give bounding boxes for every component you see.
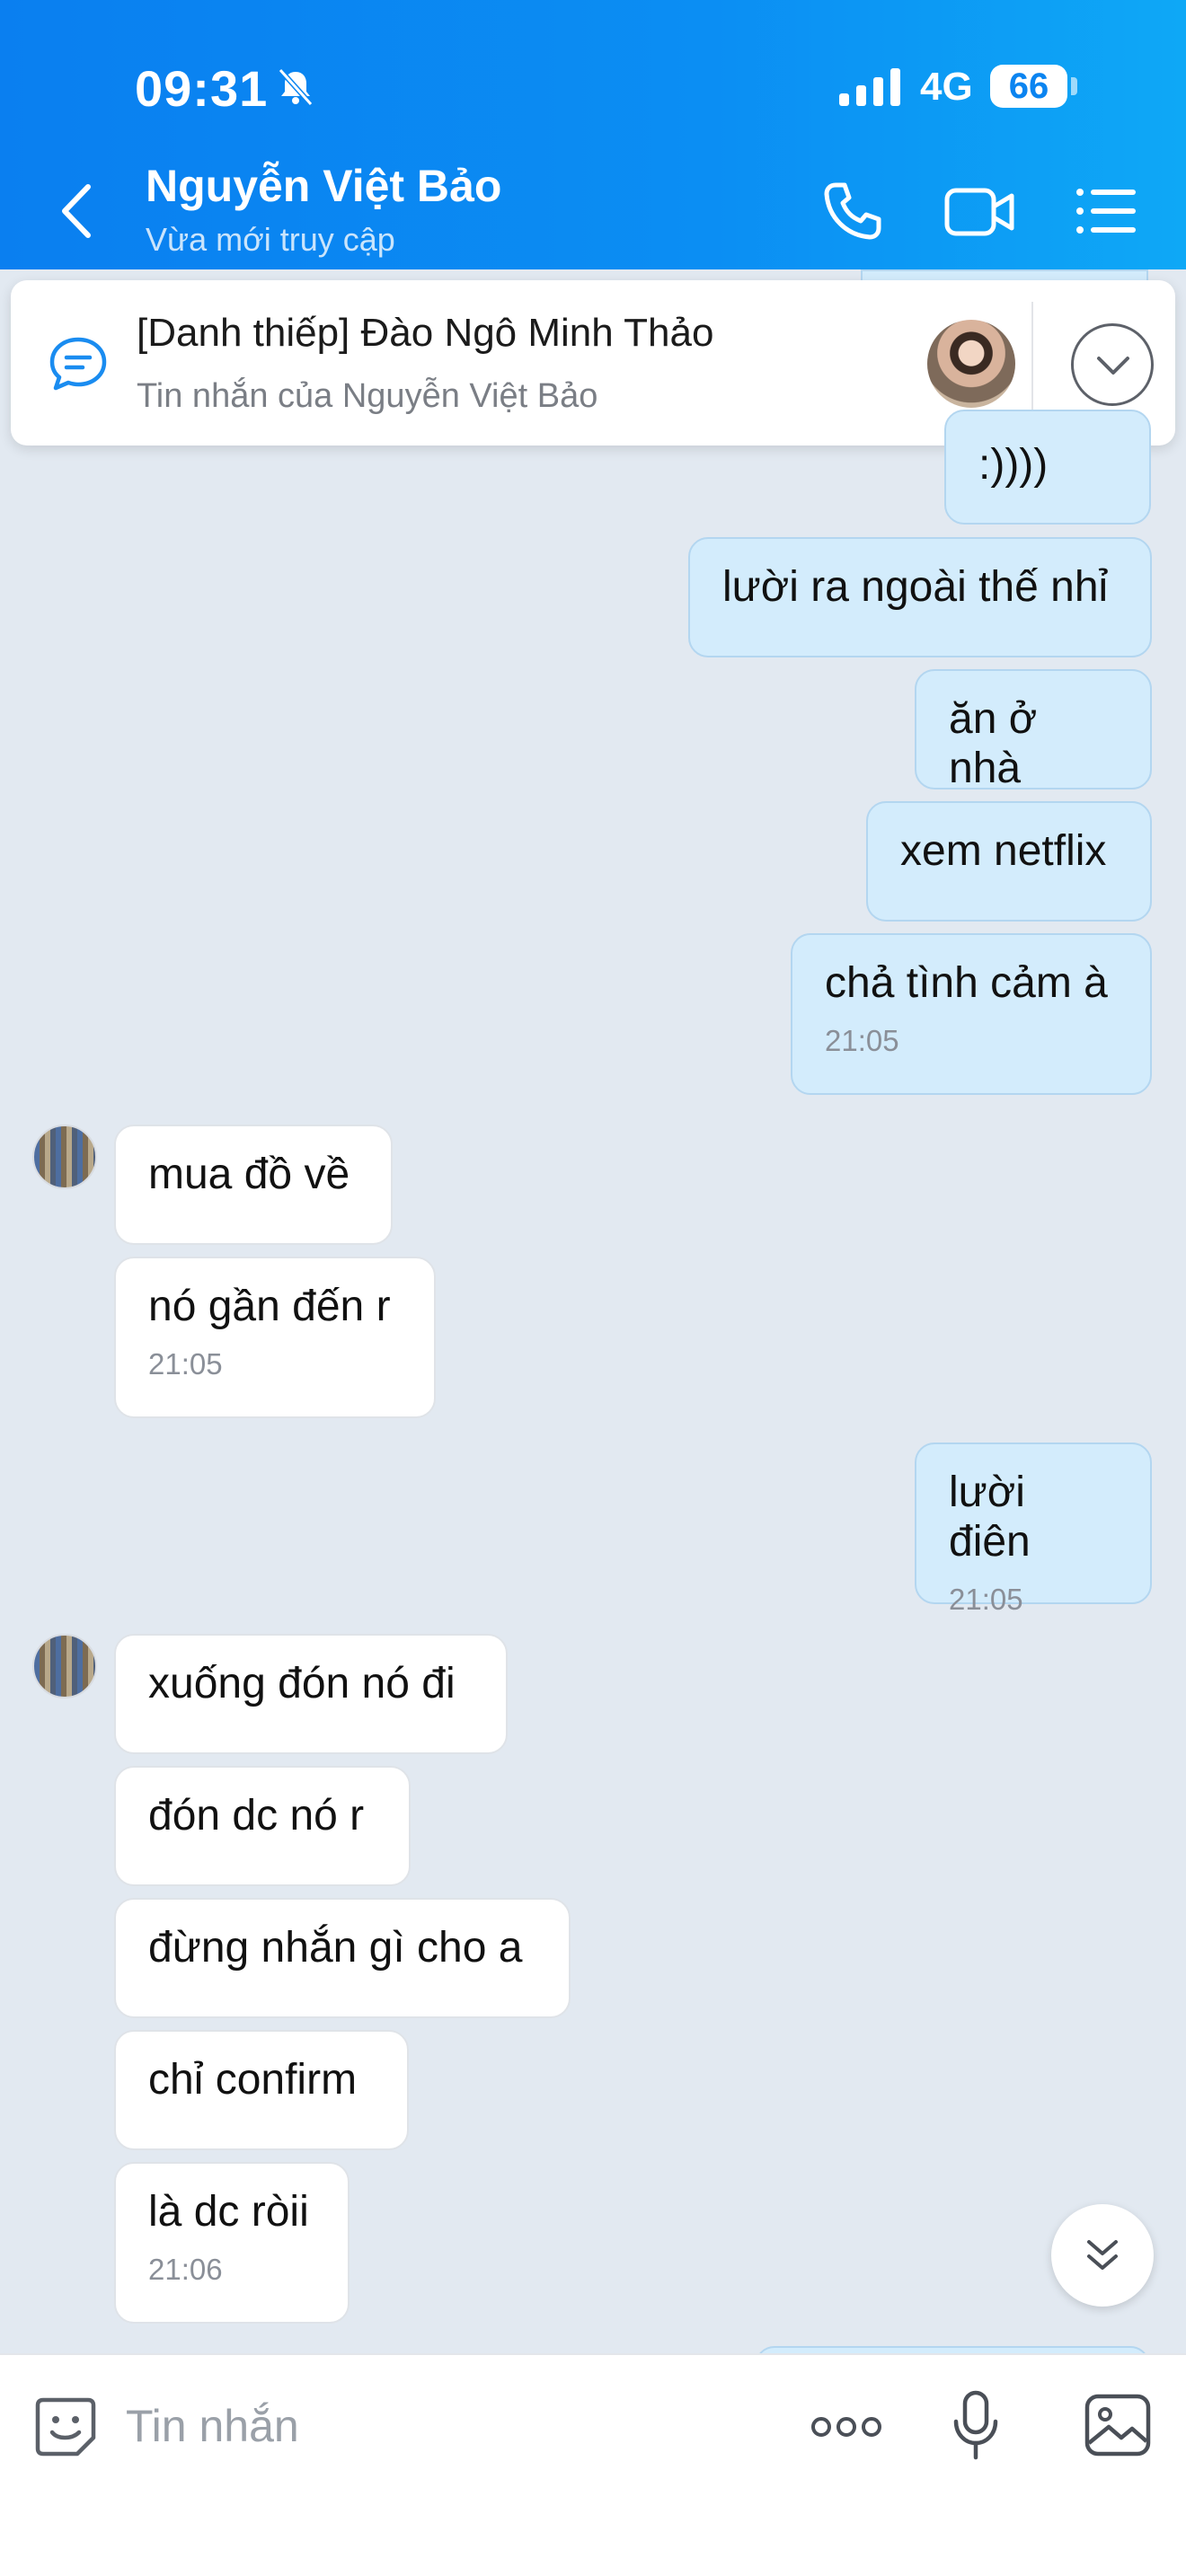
microphone-icon[interactable] bbox=[951, 2389, 1001, 2461]
message-timestamp: 21:05 bbox=[825, 1024, 899, 1057]
double-chevron-down-icon bbox=[1087, 2240, 1118, 2270]
message-text: đón dc nó r bbox=[148, 1792, 365, 1839]
bell-muted-icon bbox=[278, 67, 314, 107]
message-text: chỉ confirm bbox=[148, 2056, 358, 2104]
message-text: xuống đón nó đi bbox=[148, 1660, 456, 1707]
message-bubble-me[interactable]: xem netflix bbox=[866, 801, 1152, 922]
back-arrow-icon[interactable] bbox=[52, 180, 102, 243]
message-text: lười ra ngoài thế nhỉ bbox=[722, 563, 1109, 611]
message-bubble-me[interactable]: chả tình cảm à 21:05 bbox=[791, 933, 1152, 1095]
sticker-emoji-icon[interactable] bbox=[32, 2393, 99, 2459]
message-bubble-me[interactable]: ăn ở nhà bbox=[915, 669, 1152, 792]
expand-pinned-button[interactable] bbox=[1071, 323, 1154, 406]
message-bubble-them[interactable]: đừng nhắn gì cho a bbox=[114, 1898, 571, 2018]
chevron-down-icon bbox=[1097, 357, 1129, 375]
message-text: nó gần đến r bbox=[148, 1283, 391, 1330]
battery-nub bbox=[1071, 77, 1077, 95]
message-bubble-them[interactable]: nó gần đến r 21:05 bbox=[114, 1257, 436, 1418]
message-text: :)))) bbox=[978, 441, 1049, 489]
image-gallery-icon[interactable] bbox=[1084, 2393, 1152, 2457]
sender-avatar[interactable] bbox=[32, 1125, 97, 1189]
sender-avatar[interactable] bbox=[32, 1634, 97, 1698]
message-input[interactable] bbox=[126, 2395, 755, 2457]
message-timestamp: 21:05 bbox=[148, 1347, 223, 1381]
message-text: xem netflix bbox=[900, 827, 1107, 875]
battery-indicator: 66 bbox=[990, 65, 1067, 108]
phone-call-icon[interactable] bbox=[819, 178, 886, 244]
message-bubble-me[interactable]: :)))) bbox=[944, 410, 1151, 525]
contact-status: Vừa mới truy cập bbox=[146, 221, 395, 258]
message-text: mua đồ về bbox=[148, 1151, 350, 1198]
message-timestamp: 21:05 bbox=[949, 1583, 1023, 1616]
message-bubble-them[interactable]: mua đồ về bbox=[114, 1125, 393, 1245]
message-text: chả tình cảm à bbox=[825, 959, 1108, 1007]
scroll-to-bottom-button[interactable] bbox=[1051, 2204, 1154, 2307]
message-bubble-them[interactable]: là dc ròii 21:06 bbox=[114, 2162, 350, 2324]
more-options-icon[interactable] bbox=[809, 2409, 884, 2445]
message-timestamp: 21:06 bbox=[148, 2253, 223, 2286]
video-call-icon[interactable] bbox=[943, 183, 1015, 241]
pinned-contact-avatar bbox=[927, 320, 1015, 408]
message-bubble-them[interactable]: xuống đón nó đi bbox=[114, 1634, 508, 1754]
pinned-title: [Danh thiếp] Đào Ngô Minh Thảo bbox=[137, 311, 714, 355]
signal-icon bbox=[839, 68, 900, 106]
message-input-bar bbox=[0, 2353, 1186, 2576]
divider bbox=[1031, 302, 1033, 426]
message-bubble-me[interactable]: lười ra ngoài thế nhỉ bbox=[688, 537, 1152, 657]
message-text: là dc ròii bbox=[148, 2188, 309, 2236]
message-bubble-icon bbox=[49, 337, 107, 391]
status-time: 09:31 bbox=[135, 60, 269, 117]
message-text: ăn ở nhà bbox=[949, 695, 1038, 792]
message-bubble-me[interactable]: lười điên 21:05 bbox=[915, 1442, 1152, 1616]
pinned-subtitle: Tin nhắn của Nguyễn Việt Bảo bbox=[137, 377, 598, 415]
network-label: 4G bbox=[920, 65, 973, 109]
list-menu-icon[interactable] bbox=[1075, 185, 1137, 237]
contact-name[interactable]: Nguyễn Việt Bảo bbox=[146, 160, 501, 212]
chat-header: 09:31 4G 66 Nguyễn Việt Bảo Vừa mới truy… bbox=[0, 0, 1186, 269]
message-text: đừng nhắn gì cho a bbox=[148, 1924, 523, 1972]
message-text: lười điên bbox=[949, 1469, 1031, 1566]
message-bubble-them[interactable]: chỉ confirm bbox=[114, 2030, 409, 2150]
message-bubble-them[interactable]: đón dc nó r bbox=[114, 1766, 411, 1886]
